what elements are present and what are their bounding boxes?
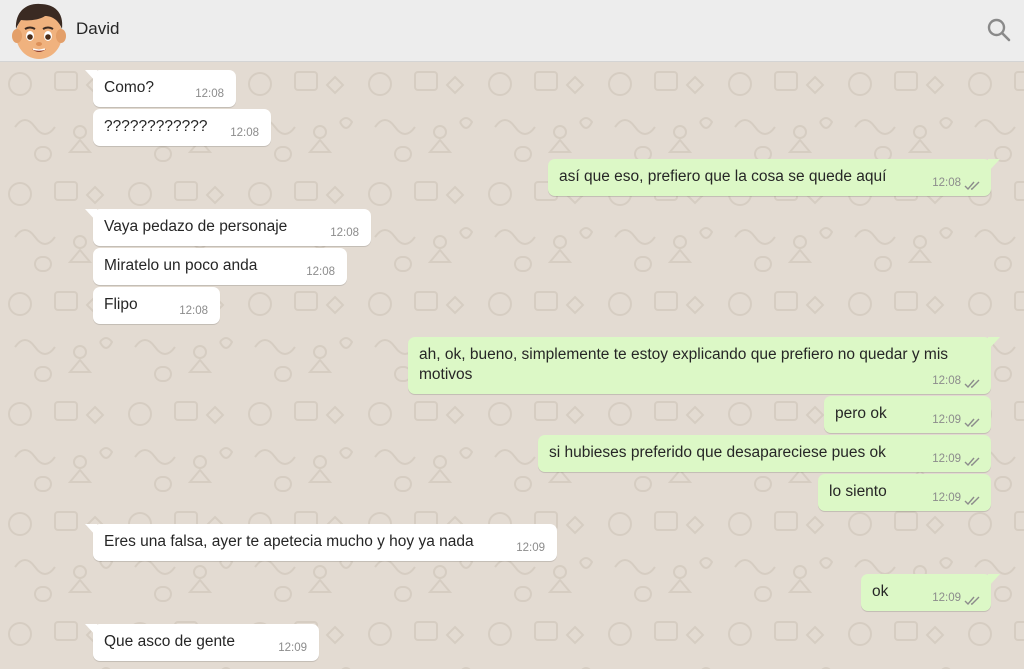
search-icon[interactable]	[985, 16, 1013, 44]
message-time: 12:09	[932, 453, 961, 465]
message-time: 12:09	[516, 542, 545, 554]
message-time: 12:08	[230, 127, 259, 139]
bubble-tail	[85, 624, 97, 637]
double-check-icon	[964, 496, 980, 506]
message-incoming[interactable]: Eres una falsa, ayer te apetecia mucho y…	[85, 524, 557, 561]
chat-panel[interactable]: Como? 12:08 ???????????? 12:08 así que e…	[0, 62, 1024, 669]
message-time: 12:08	[195, 88, 224, 100]
double-check-icon	[964, 379, 980, 389]
avatar[interactable]	[9, 1, 69, 61]
bubble-tail	[988, 337, 1000, 350]
message-time: 12:09	[278, 642, 307, 654]
message-incoming[interactable]: Como? 12:08	[85, 70, 236, 107]
bubble-tail	[85, 70, 97, 83]
double-check-icon	[964, 418, 980, 428]
message-time: 12:09	[932, 592, 961, 604]
message-text: ????????????	[104, 118, 208, 135]
message-text: Eres una falsa, ayer te apetecia mucho y…	[104, 533, 474, 550]
message-time: 12:08	[179, 305, 208, 317]
message-text: Flipo	[104, 296, 138, 313]
message-time: 12:09	[932, 492, 961, 504]
message-time: 12:08	[932, 375, 961, 387]
chat-header: David	[0, 0, 1024, 62]
double-check-icon	[964, 181, 980, 191]
message-outgoing[interactable]: así que eso, prefiero que la cosa se que…	[548, 159, 1000, 196]
message-text: Como?	[104, 79, 154, 96]
double-check-icon	[964, 596, 980, 606]
message-outgoing[interactable]: si hubieses preferido que desapareciese …	[538, 435, 991, 472]
message-incoming[interactable]: Vaya pedazo de personaje 12:08	[85, 209, 371, 246]
message-incoming[interactable]: Miratelo un poco anda 12:08	[93, 248, 347, 285]
message-outgoing[interactable]: lo siento 12:09	[818, 474, 991, 511]
message-time: 12:08	[330, 227, 359, 239]
message-text: Que asco de gente	[104, 633, 235, 650]
message-text: si hubieses preferido que desapareciese …	[549, 444, 886, 461]
message-text: lo siento	[829, 483, 887, 500]
message-text: Miratelo un poco anda	[104, 257, 258, 274]
contact-name[interactable]: David	[76, 19, 119, 39]
message-outgoing[interactable]: pero ok 12:09	[824, 396, 991, 433]
message-text: ok	[872, 583, 889, 600]
bubble-tail	[85, 209, 97, 222]
message-time: 12:08	[306, 266, 335, 278]
message-outgoing[interactable]: ok 12:09	[861, 574, 1000, 611]
message-text: así que eso, prefiero que la cosa se que…	[559, 168, 887, 185]
bubble-tail	[988, 574, 1000, 587]
message-text: ah, ok, bueno, simplemente te estoy expl…	[419, 346, 949, 383]
double-check-icon	[964, 457, 980, 467]
message-incoming[interactable]: Flipo 12:08	[93, 287, 220, 324]
message-time: 12:08	[932, 177, 961, 189]
message-incoming[interactable]: ???????????? 12:08	[93, 109, 271, 146]
message-outgoing[interactable]: ah, ok, bueno, simplemente te estoy expl…	[408, 337, 1000, 394]
message-text: pero ok	[835, 405, 887, 422]
message-text: Vaya pedazo de personaje	[104, 218, 288, 235]
message-time: 12:09	[932, 414, 961, 426]
bubble-tail	[85, 524, 97, 537]
message-incoming[interactable]: Que asco de gente 12:09	[85, 624, 319, 661]
bubble-tail	[988, 159, 1000, 172]
